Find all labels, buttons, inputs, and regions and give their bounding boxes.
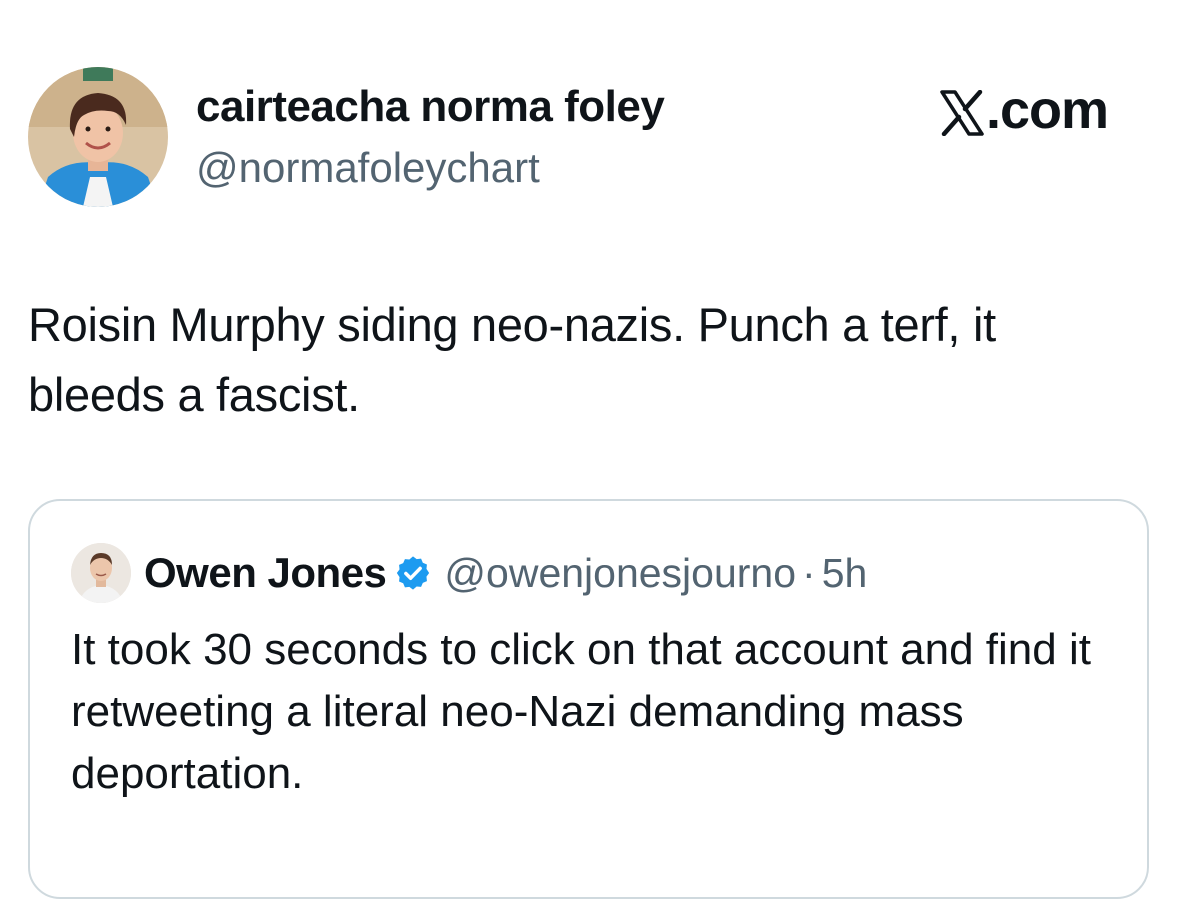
quoted-post-header: Owen Jones @owenjonesjourno · 5h [144, 547, 867, 599]
brand-text: .com [986, 80, 1109, 140]
quoted-author-name[interactable]: Owen Jones [144, 549, 387, 597]
post-text: Roisin Murphy siding neo-nazis. Punch a … [28, 298, 996, 421]
quoted-author-avatar[interactable] [71, 543, 131, 603]
quoted-post-timestamp[interactable]: 5h [822, 550, 868, 597]
author-avatar[interactable] [28, 67, 168, 207]
quoted-post-card[interactable]: Owen Jones @owenjonesjourno · 5h It took… [28, 499, 1149, 899]
quoted-post-text: It took 30 seconds to click on that acco… [71, 625, 1091, 798]
quoted-author-handle[interactable]: @owenjonesjourno [444, 550, 796, 597]
author-display-name[interactable]: cairteacha norma foley [196, 82, 665, 132]
separator-dot: · [802, 549, 816, 596]
author-handle[interactable]: @normafoleychart [196, 144, 540, 192]
x-logo-icon [940, 87, 984, 137]
verified-badge-icon [394, 554, 432, 592]
brand-watermark: .com [940, 78, 1109, 142]
